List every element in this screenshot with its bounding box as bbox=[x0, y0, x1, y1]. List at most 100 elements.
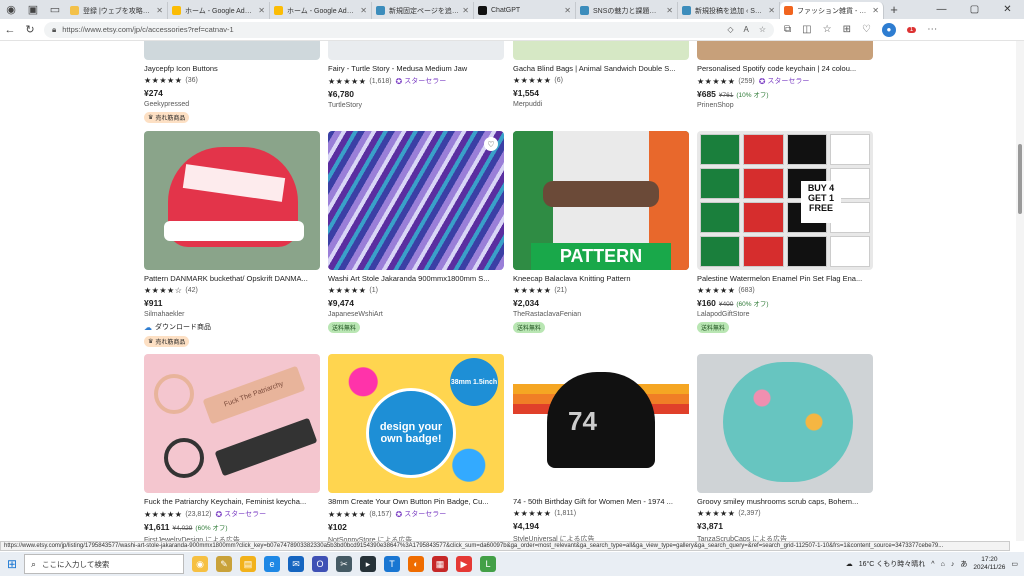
product-title[interactable]: Personalised Spotify code keychain | 24 … bbox=[697, 64, 873, 73]
account-avatar[interactable]: ● bbox=[881, 22, 896, 37]
product-image[interactable]: 74 bbox=[513, 354, 689, 493]
shop-name[interactable]: JapaneseWshiArt bbox=[328, 311, 504, 318]
close-tab-icon[interactable]: ✕ bbox=[360, 6, 367, 15]
product-image[interactable] bbox=[144, 41, 320, 60]
minimize-icon[interactable]: — bbox=[925, 4, 958, 15]
weather-text[interactable]: 16°C くもり時々晴れ bbox=[859, 559, 926, 569]
refresh-icon[interactable]: ↻ bbox=[20, 23, 40, 36]
browser-essentials-icon[interactable]: ♡ bbox=[862, 24, 871, 35]
shop-name[interactable]: PrinenShop bbox=[697, 102, 873, 109]
browser-tab[interactable]: ホーム - Google AdSense ✕ bbox=[270, 2, 372, 19]
extensions-icon[interactable]: ⧉ bbox=[784, 24, 791, 35]
terminal-app-icon[interactable]: ▸ bbox=[360, 556, 376, 572]
taskbar-search[interactable]: ⌕ ここに入力して検索 bbox=[24, 554, 184, 574]
new-tab-button[interactable]: + bbox=[884, 2, 904, 17]
product-card[interactable]: Fairy - Turtle Story - Medusa Medium Jaw… bbox=[328, 41, 504, 109]
product-image[interactable]: PATTERN bbox=[513, 131, 689, 270]
firefox-app-icon[interactable]: ◐ bbox=[408, 556, 424, 572]
product-card[interactable]: BUY 4 GET 1 FREE Palestine Watermelon En… bbox=[697, 131, 873, 333]
split-screen-icon[interactable]: ◫ bbox=[802, 24, 811, 35]
product-image[interactable]: design your own badge! 38mm 1.5inch bbox=[328, 354, 504, 493]
scrollbar[interactable] bbox=[1016, 41, 1024, 541]
close-window-icon[interactable]: ✕ bbox=[991, 4, 1024, 15]
shop-name[interactable]: Merpuddi bbox=[513, 101, 689, 108]
close-tab-icon[interactable]: ✕ bbox=[462, 6, 469, 15]
favorites-icon[interactable]: ☆ bbox=[823, 24, 832, 35]
product-card[interactable]: Groovy smiley mushrooms scrub caps, Bohe… bbox=[697, 354, 873, 541]
product-card[interactable]: PATTERN Kneecap Balaclava Knitting Patte… bbox=[513, 131, 689, 333]
product-image[interactable] bbox=[144, 131, 320, 270]
product-title[interactable]: Fuck the Patriarchy Keychain, Feminist k… bbox=[144, 497, 320, 506]
clock[interactable]: 17:20 2024/11/26 bbox=[973, 556, 1005, 572]
product-image[interactable]: BUY 4 GET 1 FREE bbox=[697, 131, 873, 270]
browser-tab[interactable]: SNSの魅力と課題：私たちの ✕ bbox=[576, 2, 678, 19]
browser-tab[interactable]: 新規固定ページを追加 ‹ SNSの ✕ bbox=[372, 2, 474, 19]
shop-name[interactable]: Silmahaekler bbox=[144, 311, 320, 318]
favorite-star-icon[interactable]: ☆ bbox=[759, 25, 766, 34]
product-card[interactable]: design your own badge! 38mm 1.5inch 38mm… bbox=[328, 354, 504, 541]
notifications-icon[interactable]: ▭ bbox=[1011, 560, 1018, 568]
product-image[interactable] bbox=[513, 41, 689, 60]
workspaces-icon[interactable]: ▣ bbox=[22, 0, 44, 19]
profile-icon[interactable]: ◉ bbox=[0, 0, 22, 19]
close-tab-icon[interactable]: ✕ bbox=[666, 6, 673, 15]
product-card[interactable]: 74 74 - 50th Birthday Gift for Women Men… bbox=[513, 354, 689, 541]
close-tab-icon[interactable]: ✕ bbox=[872, 6, 879, 15]
ime-icon[interactable]: あ bbox=[960, 559, 967, 569]
close-tab-icon[interactable]: ✕ bbox=[768, 6, 775, 15]
shop-name[interactable]: TanzaScrubCaps による広告 bbox=[697, 534, 873, 541]
start-icon[interactable]: ⊞ bbox=[0, 557, 24, 571]
maximize-icon[interactable]: ▢ bbox=[958, 4, 991, 15]
line-app-icon[interactable]: L bbox=[480, 556, 496, 572]
product-title[interactable]: Kneecap Balaclava Knitting Pattern bbox=[513, 274, 689, 283]
volume-icon[interactable]: ♪ bbox=[951, 561, 955, 568]
shop-name[interactable]: TurtleStory bbox=[328, 102, 504, 109]
shop-name[interactable]: StyleUniversal による広告 bbox=[513, 534, 689, 541]
close-tab-icon[interactable]: ✕ bbox=[564, 6, 571, 15]
shop-name[interactable]: LalapodGiftStore bbox=[697, 311, 873, 318]
product-card[interactable]: Jaycepfp Icon Buttons ★★★★★ (36) ¥274 Gee… bbox=[144, 41, 320, 123]
browser-tab[interactable]: 登録 |ウェブを攻略するためのアイデア ✕ bbox=[66, 2, 168, 19]
browser-tab[interactable]: ホーム - Google AdSense ✕ bbox=[168, 2, 270, 19]
scrollbar-thumb[interactable] bbox=[1018, 144, 1022, 214]
tag-icon[interactable]: ◇ bbox=[727, 25, 733, 34]
more-menu-icon[interactable]: ⋯ bbox=[927, 24, 937, 35]
product-card[interactable]: Fuck The Patriarchy Fuck the Patriarchy … bbox=[144, 354, 320, 541]
close-tab-icon[interactable]: ✕ bbox=[258, 6, 265, 15]
close-tab-icon[interactable]: ✕ bbox=[156, 6, 163, 15]
file-explorer-icon[interactable]: ▤ bbox=[240, 556, 256, 572]
product-title[interactable]: Palestine Watermelon Enamel Pin Set Flag… bbox=[697, 274, 873, 283]
tab-actions-icon[interactable]: ▭ bbox=[44, 0, 66, 19]
calc-app-icon[interactable]: ▦ bbox=[432, 556, 448, 572]
shop-name[interactable]: Geekypressed bbox=[144, 101, 320, 108]
product-title[interactable]: 74 - 50th Birthday Gift for Women Men - … bbox=[513, 497, 689, 506]
product-image[interactable] bbox=[328, 41, 504, 60]
mail-app-icon[interactable]: ✉ bbox=[288, 556, 304, 572]
shop-name[interactable]: TheRastaclavaFenian bbox=[513, 311, 689, 318]
product-title[interactable]: Jaycepfp Icon Buttons bbox=[144, 64, 320, 73]
product-title[interactable]: Groovy smiley mushrooms scrub caps, Bohe… bbox=[697, 497, 873, 506]
browser-tab[interactable]: 新規投稿を追加 ‹ SNSの魅力 ✕ bbox=[678, 2, 780, 19]
favorite-heart-icon[interactable]: ♡ bbox=[484, 137, 498, 151]
collections-icon[interactable]: ⊞ bbox=[843, 24, 851, 35]
read-aloud-icon[interactable]: A bbox=[743, 25, 748, 34]
product-card[interactable]: ♡ Washi Art Stole Jakaranda 900mmx1800mm… bbox=[328, 131, 504, 333]
product-image[interactable]: Fuck The Patriarchy bbox=[144, 354, 320, 493]
edge-app-icon[interactable]: e bbox=[264, 556, 280, 572]
browser-tab[interactable]: ChatGPT ✕ bbox=[474, 2, 576, 19]
product-card[interactable]: Gacha Blind Bags | Animal Sandwich Doubl… bbox=[513, 41, 689, 108]
chrome-app-icon[interactable]: ◉ bbox=[192, 556, 208, 572]
product-image[interactable]: ♡ bbox=[328, 131, 504, 270]
product-title[interactable]: Washi Art Stole Jakaranda 900mmx1800mm S… bbox=[328, 274, 504, 283]
media-app-icon[interactable]: ▶ bbox=[456, 556, 472, 572]
snipping-app-icon[interactable]: ✂ bbox=[336, 556, 352, 572]
outlook-app-icon[interactable]: O bbox=[312, 556, 328, 572]
pen-app-icon[interactable]: ✎ bbox=[216, 556, 232, 572]
tray-arrow-icon[interactable]: ^ bbox=[931, 561, 934, 568]
browser-tab[interactable]: ファッション雑貨 - Etsy 日本 ✕ bbox=[780, 2, 884, 19]
network-icon[interactable]: ⌂ bbox=[941, 561, 945, 568]
product-title[interactable]: Gacha Blind Bags | Animal Sandwich Doubl… bbox=[513, 64, 689, 73]
product-title[interactable]: Pattern DANMARK buckethat/ Opskrift DANM… bbox=[144, 274, 320, 283]
product-title[interactable]: 38mm Create Your Own Button Pin Badge, C… bbox=[328, 497, 504, 506]
product-card[interactable]: Personalised Spotify code keychain | 24 … bbox=[697, 41, 873, 109]
